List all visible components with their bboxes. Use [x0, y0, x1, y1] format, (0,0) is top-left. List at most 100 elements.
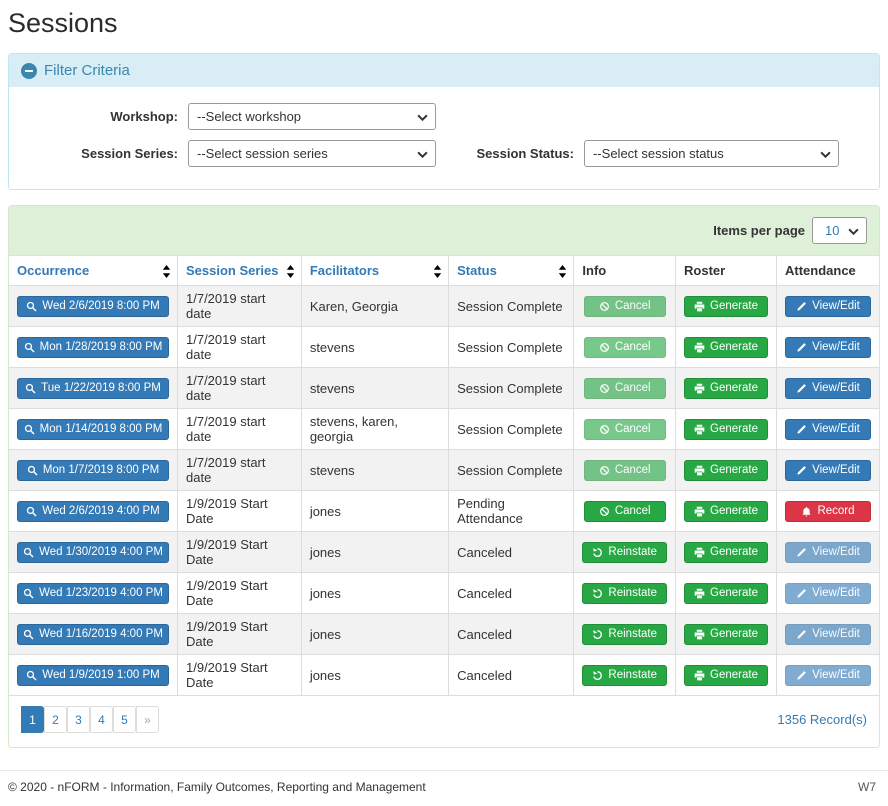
occurrence-button[interactable]: Wed 1/30/2019 4:00 PM	[17, 542, 169, 563]
generate-button[interactable]: Generate	[684, 378, 768, 399]
record-button[interactable]: Record	[785, 501, 871, 522]
search-icon	[27, 465, 38, 476]
col-header-status[interactable]: Status	[449, 256, 574, 286]
view-edit-button[interactable]: View/Edit	[785, 460, 871, 481]
reinstate-button[interactable]: Reinstate	[582, 542, 667, 563]
status-cell: Session Complete	[449, 368, 574, 409]
filter-criteria-title: Filter Criteria	[44, 62, 130, 79]
col-header-session-series[interactable]: Session Series	[178, 256, 302, 286]
session-series-cell: 1/9/2019 Start Date	[178, 573, 302, 614]
col-header-facilitators[interactable]: Facilitators	[301, 256, 448, 286]
search-icon	[24, 342, 35, 353]
table-row: Wed 1/9/2019 1:00 PM 1/9/2019 Start Date…	[9, 655, 879, 696]
printer-icon	[694, 465, 705, 476]
view-edit-button[interactable]: View/Edit	[785, 337, 871, 358]
session-series-select-wrapper: --Select session series	[188, 140, 436, 167]
status-cell: Session Complete	[449, 409, 574, 450]
cancel-button: Cancel	[584, 296, 666, 317]
printer-icon	[694, 342, 705, 353]
reinstate-button[interactable]: Reinstate	[582, 583, 667, 604]
col-header-attendance: Attendance	[777, 256, 880, 286]
generate-button[interactable]: Generate	[684, 542, 768, 563]
collapse-minus-icon[interactable]	[21, 63, 37, 79]
occurrence-button[interactable]: Tue 1/22/2019 8:00 PM	[17, 378, 169, 399]
sessions-table-panel: Items per page 10 Occurrence Session Seri…	[8, 205, 880, 748]
view-edit-button[interactable]: View/Edit	[785, 296, 871, 317]
generate-button[interactable]: Generate	[684, 583, 768, 604]
col-header-occurrence[interactable]: Occurrence	[9, 256, 178, 286]
col-label: Occurrence	[17, 263, 89, 278]
page-button-4[interactable]: 4	[90, 706, 113, 733]
printer-icon	[694, 424, 705, 435]
session-series-cell: 1/9/2019 Start Date	[178, 532, 302, 573]
view-edit-button: View/Edit	[785, 583, 871, 604]
info-button-icon	[592, 588, 603, 599]
printer-icon	[694, 301, 705, 312]
page-button-3[interactable]: 3	[67, 706, 90, 733]
generate-button[interactable]: Generate	[684, 665, 768, 686]
generate-button[interactable]: Generate	[684, 296, 768, 317]
col-label: Roster	[684, 263, 725, 278]
occurrence-button[interactable]: Wed 2/6/2019 8:00 PM	[17, 296, 169, 317]
workshop-select-wrapper: --Select workshop	[188, 103, 436, 130]
cancel-button[interactable]: Cancel	[584, 501, 666, 522]
items-per-page-select[interactable]: 10	[812, 217, 867, 244]
status-cell: Session Complete	[449, 327, 574, 368]
view-edit-button[interactable]: View/Edit	[785, 419, 871, 440]
sort-icon[interactable]	[558, 265, 567, 278]
attendance-button-icon	[796, 342, 807, 353]
table-row: Wed 1/16/2019 4:00 PM 1/9/2019 Start Dat…	[9, 614, 879, 655]
status-cell: Session Complete	[449, 450, 574, 491]
filter-panel: Filter Criteria Workshop: --Select works…	[8, 53, 880, 190]
generate-button[interactable]: Generate	[684, 501, 768, 522]
attendance-button-icon	[796, 588, 807, 599]
view-edit-button[interactable]: View/Edit	[785, 378, 871, 399]
occurrence-button[interactable]: Wed 1/9/2019 1:00 PM	[17, 665, 169, 686]
sort-icon[interactable]	[162, 265, 171, 278]
table-row: Wed 2/6/2019 8:00 PM 1/7/2019 start date…	[9, 286, 879, 327]
copyright-text: © 2020 - nFORM - Information, Family Out…	[8, 780, 426, 794]
occurrence-button[interactable]: Wed 2/6/2019 4:00 PM	[17, 501, 169, 522]
filter-body: Workshop: --Select workshop Session Seri…	[9, 87, 879, 189]
col-label: Session Series	[186, 263, 279, 278]
search-icon	[26, 506, 37, 517]
generate-button[interactable]: Generate	[684, 419, 768, 440]
occurrence-button[interactable]: Mon 1/7/2019 8:00 PM	[17, 460, 169, 481]
reinstate-button[interactable]: Reinstate	[582, 665, 667, 686]
page-button-1[interactable]: 1	[21, 706, 44, 733]
attendance-button-icon	[796, 383, 807, 394]
occurrence-button[interactable]: Wed 1/16/2019 4:00 PM	[17, 624, 169, 645]
page-footer: © 2020 - nFORM - Information, Family Out…	[0, 770, 888, 806]
sort-icon[interactable]	[433, 265, 442, 278]
occurrence-button[interactable]: Mon 1/14/2019 8:00 PM	[17, 419, 169, 440]
cancel-button: Cancel	[584, 460, 666, 481]
occurrence-button[interactable]: Wed 1/23/2019 4:00 PM	[17, 583, 169, 604]
facilitators-cell: jones	[301, 491, 448, 532]
session-series-cell: 1/7/2019 start date	[178, 368, 302, 409]
page-button-5[interactable]: 5	[113, 706, 136, 733]
printer-icon	[694, 629, 705, 640]
facilitators-cell: stevens	[301, 327, 448, 368]
facilitators-cell: stevens	[301, 450, 448, 491]
search-icon	[26, 301, 37, 312]
filter-criteria-header[interactable]: Filter Criteria	[9, 54, 879, 87]
sessions-table: Occurrence Session Series FacilitatorsStat…	[9, 256, 879, 696]
status-cell: Canceled	[449, 573, 574, 614]
generate-button[interactable]: Generate	[684, 624, 768, 645]
generate-button[interactable]: Generate	[684, 460, 768, 481]
sort-icon[interactable]	[286, 265, 295, 278]
info-button-icon	[599, 465, 610, 476]
printer-icon	[694, 588, 705, 599]
cancel-button: Cancel	[584, 378, 666, 399]
session-series-select[interactable]: --Select session series	[188, 140, 436, 167]
table-toolbar: Items per page 10	[9, 206, 879, 256]
facilitators-cell: jones	[301, 655, 448, 696]
page-button-2[interactable]: 2	[44, 706, 67, 733]
session-status-select[interactable]: --Select session status	[584, 140, 839, 167]
printer-icon	[694, 506, 705, 517]
workshop-select[interactable]: --Select workshop	[188, 103, 436, 130]
generate-button[interactable]: Generate	[684, 337, 768, 358]
next-pages-button[interactable]: »	[136, 706, 159, 733]
reinstate-button[interactable]: Reinstate	[582, 624, 667, 645]
occurrence-button[interactable]: Mon 1/28/2019 8:00 PM	[17, 337, 169, 358]
